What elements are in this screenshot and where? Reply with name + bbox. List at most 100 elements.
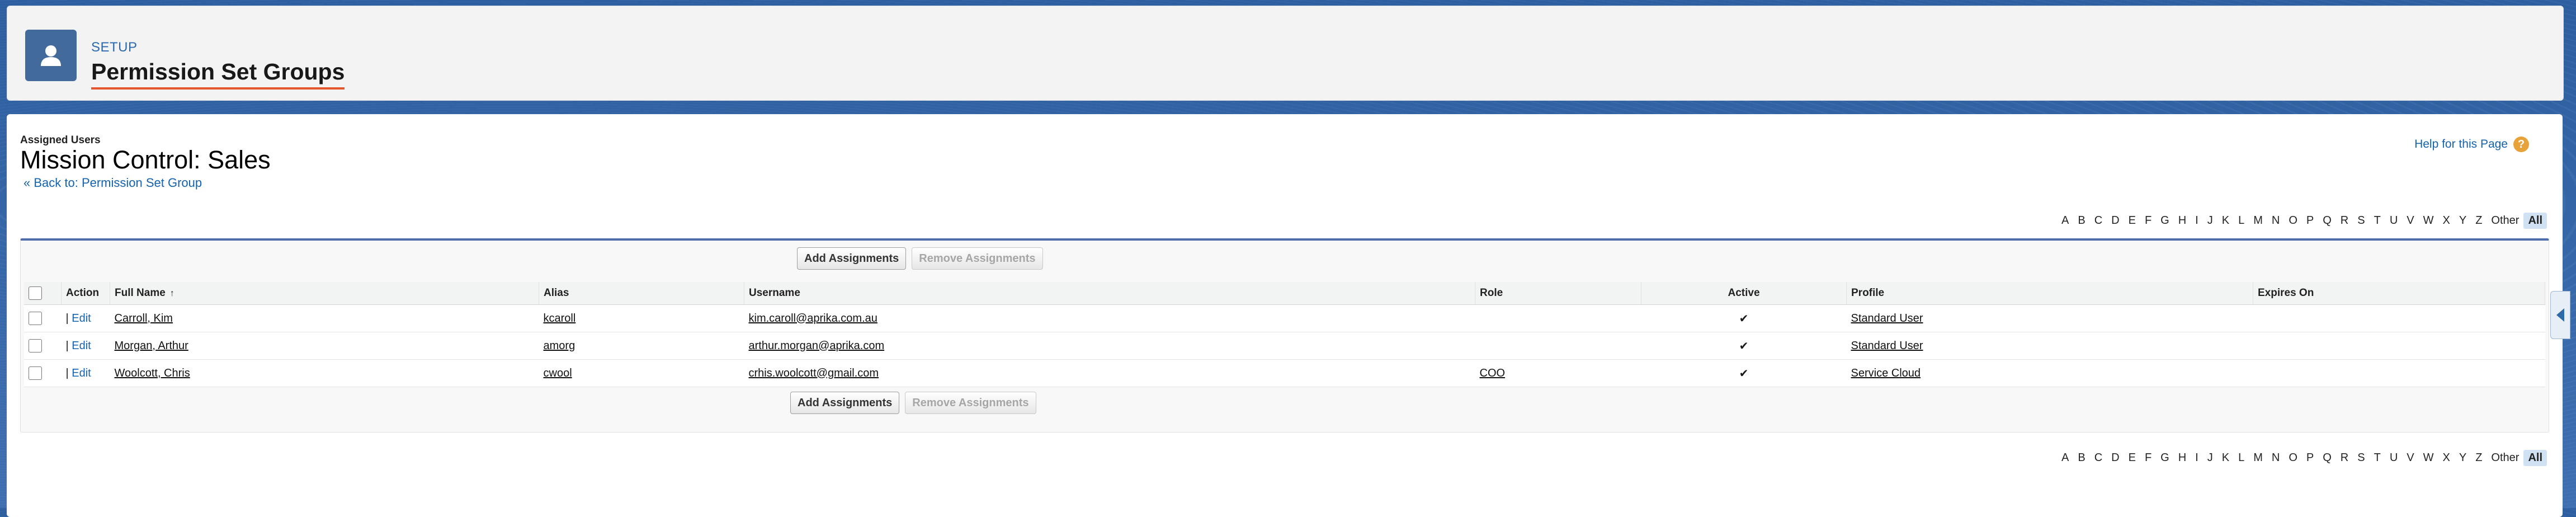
help-icon[interactable]: ? <box>2513 137 2529 152</box>
add-assignments-button[interactable]: Add Assignments <box>797 247 907 270</box>
alpha-a[interactable]: A <box>2057 213 2073 229</box>
alpha-g[interactable]: G <box>2156 450 2174 466</box>
alpha-z[interactable]: Z <box>2471 450 2487 466</box>
profile-link[interactable]: Standard User <box>1851 312 1923 325</box>
alpha-u[interactable]: U <box>2385 213 2402 229</box>
alpha-w[interactable]: W <box>2419 450 2438 466</box>
column-profile[interactable]: Profile <box>1846 282 2253 305</box>
help-link[interactable]: Help for this Page ? <box>2414 137 2529 152</box>
remove-assignments-button[interactable]: Remove Assignments <box>905 392 1036 414</box>
column-expires-on[interactable]: Expires On <box>2253 282 2545 305</box>
role-link[interactable]: COO <box>1480 367 1506 379</box>
alpha-i[interactable]: I <box>2191 450 2203 466</box>
alpha-k[interactable]: K <box>2218 213 2234 229</box>
alias-link[interactable]: amorg <box>544 340 575 352</box>
alpha-x[interactable]: X <box>2438 213 2455 229</box>
chevron-left-icon <box>2556 308 2564 322</box>
alpha-other[interactable]: Other <box>2487 450 2523 466</box>
alpha-v[interactable]: V <box>2402 450 2418 466</box>
alpha-t[interactable]: T <box>2370 450 2385 466</box>
help-link-label[interactable]: Help for this Page <box>2414 138 2508 151</box>
column-role[interactable]: Role <box>1475 282 1641 305</box>
alpha-k[interactable]: K <box>2218 450 2234 466</box>
edit-link[interactable]: Edit <box>72 312 91 325</box>
alpha-d[interactable]: D <box>2107 450 2124 466</box>
full-name-link[interactable]: Carroll, Kim <box>115 312 173 325</box>
alpha-l[interactable]: L <box>2234 450 2249 466</box>
alpha-w[interactable]: W <box>2419 213 2438 229</box>
full-name-link[interactable]: Morgan, Arthur <box>115 340 188 352</box>
select-all-checkbox[interactable] <box>29 286 42 300</box>
alpha-r[interactable]: R <box>2336 450 2353 466</box>
alpha-s[interactable]: S <box>2353 450 2369 466</box>
row-select-cell <box>24 359 62 387</box>
alpha-h[interactable]: H <box>2174 450 2191 466</box>
row-checkbox[interactable] <box>29 366 42 380</box>
sidebar-toggle[interactable] <box>2550 291 2570 339</box>
username-link[interactable]: crhis.woolcott@gmail.com <box>749 367 879 379</box>
alpha-b[interactable]: B <box>2073 450 2089 466</box>
alpha-d[interactable]: D <box>2107 213 2124 229</box>
alpha-o[interactable]: O <box>2284 450 2302 466</box>
alpha-n[interactable]: N <box>2267 213 2284 229</box>
username-link[interactable]: arthur.morgan@aprika.com <box>749 340 885 352</box>
back-link[interactable]: « Back to: Permission Set Group <box>23 176 202 190</box>
username-link[interactable]: kim.caroll@aprika.com.au <box>749 312 877 325</box>
alpha-y[interactable]: Y <box>2455 213 2471 229</box>
column-full-name[interactable]: Full Name ↑ <box>110 282 539 305</box>
alpha-b[interactable]: B <box>2073 213 2089 229</box>
edit-link[interactable]: Edit <box>72 367 91 379</box>
alpha-o[interactable]: O <box>2284 213 2302 229</box>
alpha-q[interactable]: Q <box>2318 450 2336 466</box>
alpha-e[interactable]: E <box>2124 213 2140 229</box>
user-icon <box>25 30 77 81</box>
alpha-f[interactable]: F <box>2140 213 2156 229</box>
alpha-j[interactable]: J <box>2203 450 2218 466</box>
alpha-r[interactable]: R <box>2336 213 2353 229</box>
profile-link[interactable]: Service Cloud <box>1851 367 1921 379</box>
alpha-i[interactable]: I <box>2191 213 2203 229</box>
alpha-t[interactable]: T <box>2370 213 2385 229</box>
full-name-link[interactable]: Woolcott, Chris <box>115 367 190 379</box>
alpha-l[interactable]: L <box>2234 213 2249 229</box>
alpha-s[interactable]: S <box>2353 213 2369 229</box>
column-alias[interactable]: Alias <box>539 282 744 305</box>
alpha-m[interactable]: M <box>2249 213 2267 229</box>
alpha-p[interactable]: P <box>2302 450 2318 466</box>
button-row-top: Add Assignments Remove Assignments <box>797 247 1043 270</box>
alpha-q[interactable]: Q <box>2318 213 2336 229</box>
alpha-u[interactable]: U <box>2385 450 2402 466</box>
alpha-z[interactable]: Z <box>2471 213 2487 229</box>
alpha-other[interactable]: Other <box>2487 213 2523 229</box>
row-checkbox[interactable] <box>29 339 42 352</box>
alpha-e[interactable]: E <box>2124 450 2140 466</box>
column-username[interactable]: Username <box>744 282 1475 305</box>
alpha-all[interactable]: All <box>2523 213 2547 229</box>
main-panel: Assigned Users Mission Control: Sales « … <box>7 114 2563 517</box>
alpha-c[interactable]: C <box>2090 213 2107 229</box>
edit-link[interactable]: Edit <box>72 340 91 352</box>
column-full-name-label[interactable]: Full Name <box>115 287 166 299</box>
alias-link[interactable]: kcaroll <box>544 312 576 325</box>
alpha-f[interactable]: F <box>2140 450 2156 466</box>
alpha-j[interactable]: J <box>2203 213 2218 229</box>
add-assignments-button[interactable]: Add Assignments <box>790 392 900 414</box>
remove-assignments-button[interactable]: Remove Assignments <box>912 247 1043 270</box>
alpha-filter-top: A B C D E F G H I J K L M N O P Q R S T … <box>2057 213 2547 229</box>
alpha-x[interactable]: X <box>2438 450 2455 466</box>
profile-link[interactable]: Standard User <box>1851 340 1923 352</box>
alpha-m[interactable]: M <box>2249 450 2267 466</box>
row-checkbox[interactable] <box>29 312 42 325</box>
alias-link[interactable]: cwool <box>544 367 572 379</box>
alpha-n[interactable]: N <box>2267 450 2284 466</box>
alpha-p[interactable]: P <box>2302 213 2318 229</box>
alpha-y[interactable]: Y <box>2455 450 2471 466</box>
alpha-g[interactable]: G <box>2156 213 2174 229</box>
setup-label: SETUP <box>91 40 138 55</box>
alpha-h[interactable]: H <box>2174 213 2191 229</box>
alpha-a[interactable]: A <box>2057 450 2073 466</box>
alpha-all[interactable]: All <box>2523 450 2547 466</box>
column-active[interactable]: Active <box>1641 282 1847 305</box>
alpha-v[interactable]: V <box>2402 213 2418 229</box>
alpha-c[interactable]: C <box>2090 450 2107 466</box>
